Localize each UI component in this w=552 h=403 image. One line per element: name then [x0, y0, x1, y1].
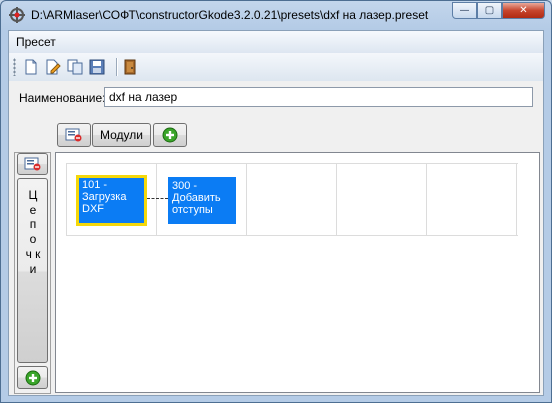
- app-icon: [9, 7, 25, 23]
- chain-editor-panel: 101 - Загрузка DXF 300 - Добавить отступ…: [55, 152, 540, 393]
- add-icon: [162, 127, 178, 143]
- add-icon: [25, 370, 40, 385]
- maximize-button[interactable]: ▢: [477, 2, 502, 19]
- chains-panel: Ц е п о ч к и: [14, 152, 51, 394]
- remove-list-icon: [24, 157, 40, 171]
- grid-cell[interactable]: [337, 164, 427, 235]
- minimize-button[interactable]: —: [452, 2, 477, 19]
- add-module-button[interactable]: [153, 123, 187, 147]
- close-button[interactable]: ✕: [502, 2, 545, 19]
- grid-cell[interactable]: [247, 164, 337, 235]
- window-title: D:\ARMlaser\СОФТ\constructorGkode3.2.0.2…: [31, 8, 429, 22]
- chains-label: Ц е п о ч к и: [25, 188, 41, 276]
- title-bar[interactable]: D:\ARMlaser\СОФТ\constructorGkode3.2.0.2…: [1, 1, 551, 29]
- menu-preset[interactable]: Пресет: [16, 35, 56, 49]
- module-block-selected[interactable]: 101 - Загрузка DXF: [76, 175, 147, 226]
- remove-module-button[interactable]: [57, 123, 91, 147]
- toolbar-separator: [116, 58, 118, 76]
- new-file-icon[interactable]: [21, 57, 41, 77]
- modules-button[interactable]: Модули: [92, 123, 151, 147]
- grid-cell[interactable]: [427, 164, 517, 235]
- chains-button[interactable]: Ц е п о ч к и: [17, 178, 48, 363]
- remove-list-icon: [65, 128, 82, 142]
- add-chain-button[interactable]: [17, 366, 48, 389]
- block-connector: [147, 198, 168, 199]
- remove-chain-button[interactable]: [17, 153, 48, 175]
- save-file-icon[interactable]: [87, 57, 107, 77]
- name-field[interactable]: [104, 87, 533, 107]
- module-block[interactable]: 300 - Добавить отступы: [168, 177, 236, 224]
- chain-grid-row: 101 - Загрузка DXF 300 - Добавить отступ…: [66, 163, 518, 236]
- edit-file-icon[interactable]: [43, 57, 63, 77]
- app-window: D:\ARMlaser\СОФТ\constructorGkode3.2.0.2…: [0, 0, 552, 403]
- name-label: Наименование:: [19, 91, 106, 105]
- toolbar-grip[interactable]: [13, 58, 16, 76]
- copy-file-icon[interactable]: [65, 57, 85, 77]
- toolbar: [9, 53, 543, 81]
- menu-bar: Пресет: [9, 31, 543, 53]
- client-area: Пресет Наименование: dxf на лазер Модули…: [8, 30, 544, 396]
- exit-door-icon[interactable]: [120, 57, 140, 77]
